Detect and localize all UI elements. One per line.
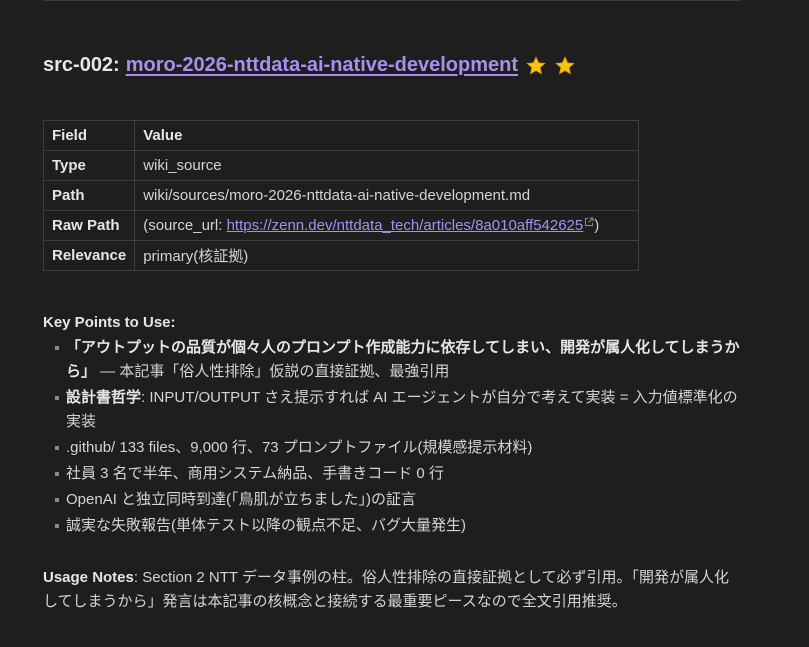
external-link-icon <box>585 217 594 226</box>
list-item: 設計書哲学: INPUT/OUTPUT さえ提示すれば AI エージェントが自分… <box>55 386 745 434</box>
field-cell: Raw Path <box>42 210 136 241</box>
usage-label: Usage Notes <box>43 569 134 586</box>
item-text: 社員 3 名で半年、商用システム納品、手書きコード 0 行 <box>66 465 444 482</box>
horizontal-rule <box>43 0 741 1</box>
list-item: .github/ 133 files、9,000 行、73 プロンプトファイル(… <box>55 436 745 460</box>
value-cell: (source_url: https://zenn.dev/nttdata_te… <box>134 210 640 241</box>
value-prefix: (source_url: <box>143 217 227 234</box>
item-text: — 本記事「俗人性排除」仮説の直接証拠、最強引用 <box>96 363 450 380</box>
source-id: src-002: <box>43 54 120 76</box>
metadata-table: Field Value Type wiki_source Path wiki/s… <box>42 120 640 271</box>
star-icon <box>555 55 575 75</box>
key-points-title: Key Points to Use: <box>43 314 176 331</box>
key-points-list: 「アウトプットの品質が個々人のプロンプト作成能力に依存してしまい、開発が属人化し… <box>55 336 745 540</box>
source-heading: src-002: moro-2026-nttdata-ai-native-dev… <box>43 54 576 77</box>
list-item: 社員 3 名で半年、商用システム納品、手書きコード 0 行 <box>55 462 745 486</box>
column-header: Field <box>42 120 136 151</box>
source-link[interactable]: moro-2026-nttdata-ai-native-development <box>126 54 518 77</box>
field-cell: Path <box>42 180 136 211</box>
field-cell: Relevance <box>42 240 136 271</box>
table-row: Type wiki_source <box>42 150 640 181</box>
table-row: Raw Path (source_url: https://zenn.dev/n… <box>42 210 640 241</box>
table-header-row: Field Value <box>42 120 640 151</box>
item-text: 誠実な失敗報告(単体テスト以降の観点不足、バグ大量発生) <box>66 517 466 534</box>
document-view: src-002: moro-2026-nttdata-ai-native-dev… <box>0 0 809 647</box>
value-cell: primary(核証拠) <box>134 240 640 271</box>
table-row: Path wiki/sources/moro-2026-nttdata-ai-n… <box>42 180 640 211</box>
list-item: 誠実な失敗報告(単体テスト以降の観点不足、バグ大量発生) <box>55 514 745 538</box>
table-row: Relevance primary(核証拠) <box>42 240 640 271</box>
field-cell: Type <box>42 150 136 181</box>
item-text: .github/ 133 files、9,000 行、73 プロンプトファイル(… <box>66 439 533 456</box>
usage-notes: Usage Notes: Section 2 NTT データ事例の柱。俗人性排除… <box>43 566 743 614</box>
value-cell: wiki_source <box>134 150 640 181</box>
star-icon <box>526 55 546 75</box>
list-item: 「アウトプットの品質が個々人のプロンプト作成能力に依存してしまい、開発が属人化し… <box>55 336 745 384</box>
item-bold: 設計書哲学 <box>66 389 142 406</box>
usage-text: : Section 2 NTT データ事例の柱。俗人性排除の直接証拠として必ず引… <box>43 569 730 610</box>
column-header: Value <box>134 120 640 151</box>
list-item: OpenAI と独立同時到達(「鳥肌が立ちました」)の証言 <box>55 488 745 512</box>
source-url-link[interactable]: https://zenn.dev/nttdata_tech/articles/8… <box>227 217 584 234</box>
value-cell: wiki/sources/moro-2026-nttdata-ai-native… <box>134 180 640 211</box>
item-text: OpenAI と独立同時到達(「鳥肌が立ちました」)の証言 <box>66 491 417 508</box>
value-suffix: ) <box>594 217 600 234</box>
item-text: : INPUT/OUTPUT さえ提示すれば AI エージェントが自分で考えて実… <box>66 389 738 430</box>
